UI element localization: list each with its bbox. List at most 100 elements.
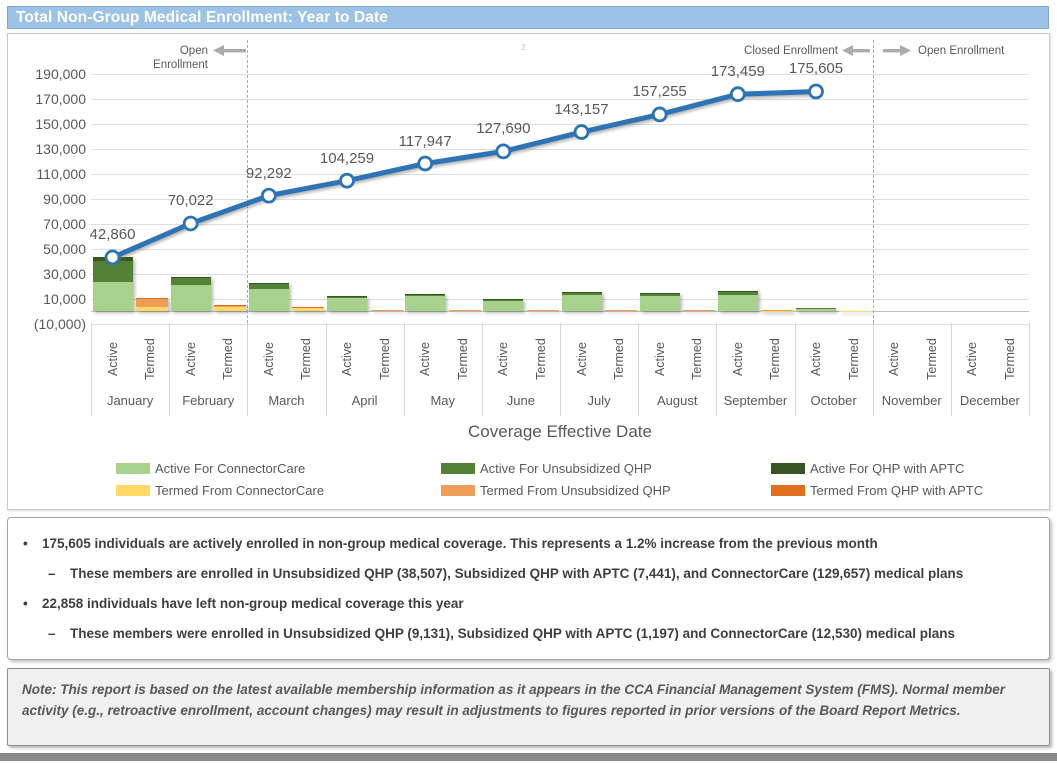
footnote-text: Note: This report is based on the latest… [22, 682, 1005, 718]
bar-segment [605, 310, 637, 311]
subcategory-label-active: Active [418, 329, 432, 389]
line-marker [262, 189, 275, 202]
subcategory-label-termed: Termed [534, 329, 548, 389]
subcategory-label-termed: Termed [612, 329, 626, 389]
bar-termed-february [214, 305, 246, 311]
bar-active-september [718, 291, 758, 311]
subcategory-label-termed: Termed [1003, 329, 1017, 389]
enrollment-chart-panel: Open Enrollment z Closed Enrollment Open… [7, 33, 1050, 510]
bar-segment [93, 257, 133, 260]
y-tick-label: 190,000 [10, 66, 86, 82]
bar-termed-september [761, 310, 793, 311]
bar-segment [483, 299, 523, 301]
line-marker [653, 108, 666, 121]
bar-segment [640, 296, 680, 311]
y-tick-label: 30,000 [10, 266, 86, 282]
month-label: September [716, 393, 794, 408]
gridline [91, 124, 1029, 125]
line-marker [575, 126, 588, 139]
bar-termed-june [527, 310, 559, 311]
subcategory-label-active: Active [262, 329, 276, 389]
bar-active-june [483, 299, 523, 311]
subcategory-label-termed: Termed [925, 329, 939, 389]
bar-segment [640, 294, 680, 296]
bar-segment [405, 294, 445, 296]
dash-icon: – [46, 565, 70, 582]
subcategory-label-active: Active [496, 329, 510, 389]
y-tick-label: 150,000 [10, 116, 86, 132]
category-separator [1029, 323, 1030, 416]
gridline [91, 274, 1029, 275]
x-axis-title: Coverage Effective Date [91, 422, 1029, 442]
gridline [91, 249, 1029, 250]
bar-segment [527, 310, 559, 311]
dash-icon: – [46, 625, 70, 642]
bar-segment [136, 299, 168, 307]
month-label: October [795, 393, 873, 408]
y-tick-label: (10,000) [10, 316, 86, 332]
bar-segment [796, 309, 836, 311]
board-report-page: Total Non-Group Medical Enrollment: Year… [0, 0, 1057, 763]
bar-segment [214, 307, 246, 311]
bullet-icon: • [20, 535, 42, 552]
y-tick-label: 110,000 [10, 166, 86, 182]
bar-termed-march [292, 307, 324, 311]
bullet-text: These members were enrolled in Unsubsidi… [70, 625, 955, 642]
bar-segment [292, 307, 324, 308]
line-marker [341, 174, 354, 187]
bar-segment [171, 285, 211, 311]
data-point-label: 42,860 [90, 227, 136, 243]
subcategory-label-termed: Termed [768, 329, 782, 389]
page-title-text: Total Non-Group Medical Enrollment: Year… [16, 9, 388, 26]
bar-segment [327, 298, 367, 311]
x-axis-line [91, 311, 1029, 312]
bar-active-march [249, 283, 289, 311]
data-point-label: 173,459 [711, 64, 765, 80]
gridline [91, 224, 1029, 225]
month-label: July [560, 393, 638, 408]
gridline [91, 199, 1029, 200]
data-point-label: 175,605 [789, 61, 843, 77]
bar-segment [249, 283, 289, 284]
y-tick-label: 50,000 [10, 241, 86, 257]
subcategory-label-active: Active [809, 329, 823, 389]
bullet-text: 175,605 individuals are actively enrolle… [42, 535, 878, 552]
bar-active-august [640, 293, 680, 311]
data-point-label: 157,255 [633, 84, 687, 100]
bar-segment [683, 310, 715, 311]
bullet-text: 22,858 individuals have left non-group m… [42, 595, 464, 612]
bullet-active-breakdown: – These members are enrolled in Unsubsid… [20, 565, 1031, 582]
data-point-label: 70,022 [168, 193, 214, 209]
page-bottom-divider [0, 753, 1057, 761]
page-title: Total Non-Group Medical Enrollment: Year… [7, 6, 1049, 29]
subcategory-label-termed: Termed [847, 329, 861, 389]
bar-active-april [327, 296, 367, 311]
subcategory-label-termed: Termed [378, 329, 392, 389]
bar-segment [136, 307, 168, 312]
data-point-label: 127,690 [476, 121, 530, 137]
subcategory-label-active: Active [653, 329, 667, 389]
bar-segment [449, 310, 481, 311]
bar-active-february [171, 277, 211, 311]
y-tick-label: 130,000 [10, 141, 86, 157]
bullet-active-enrollment: • 175,605 individuals are actively enrol… [20, 535, 1031, 552]
summary-bullets-panel: • 175,605 individuals are actively enrol… [7, 517, 1050, 660]
y-tick-label: 10,000 [10, 291, 86, 307]
bar-segment [292, 308, 324, 311]
subcategory-label-active: Active [731, 329, 745, 389]
line-marker [497, 145, 510, 158]
bullet-termed-enrollment: • 22,858 individuals have left non-group… [20, 595, 1031, 612]
bar-segment [93, 282, 133, 311]
month-label: May [404, 393, 482, 408]
bar-termed-january [136, 298, 168, 311]
y-tick-label: 70,000 [10, 216, 86, 232]
bar-active-january [93, 257, 133, 311]
bar-termed-may [449, 310, 481, 311]
data-point-label: 117,947 [399, 134, 452, 150]
data-point-label: 143,157 [554, 102, 608, 118]
month-label: April [326, 393, 404, 408]
data-point-label: 104,259 [320, 151, 374, 167]
y-tick-label: 90,000 [10, 191, 86, 207]
data-point-label: 92,292 [246, 166, 292, 182]
subcategory-label-active: Active [965, 329, 979, 389]
